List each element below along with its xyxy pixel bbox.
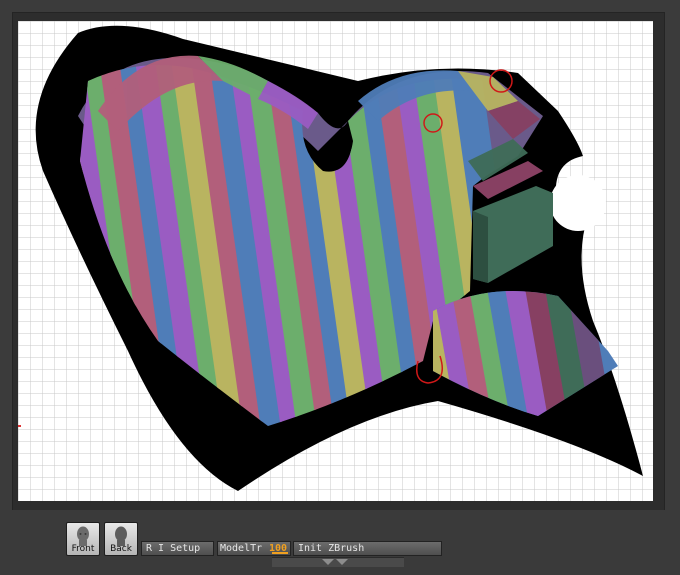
- front-view-label: Front: [71, 544, 95, 554]
- ri-setup-button[interactable]: R I Setup: [141, 541, 214, 556]
- front-head-icon: [77, 526, 89, 546]
- back-view-button[interactable]: Back: [104, 522, 138, 556]
- init-zbrush-button[interactable]: Init ZBrush: [293, 541, 442, 556]
- back-head-icon: [115, 526, 127, 546]
- canvas-drawing: [18, 21, 653, 501]
- zbrush-window: Front Back R I Setup ModelTr 100 Init ZB…: [0, 0, 680, 575]
- front-view-button[interactable]: Front: [66, 522, 100, 556]
- canvas-marker: [18, 425, 21, 427]
- modeltr-slider[interactable]: ModelTr 100: [217, 541, 291, 556]
- modeltr-label: ModelTr: [220, 543, 263, 554]
- back-view-label: Back: [110, 544, 132, 554]
- grip-arrow-icon: [322, 559, 334, 565]
- modeltr-bar: [272, 552, 288, 554]
- grip-arrow-icon: [336, 559, 348, 565]
- shadow-cutout: [550, 175, 606, 231]
- shelf-grip[interactable]: [272, 557, 404, 567]
- document-canvas[interactable]: [18, 21, 653, 501]
